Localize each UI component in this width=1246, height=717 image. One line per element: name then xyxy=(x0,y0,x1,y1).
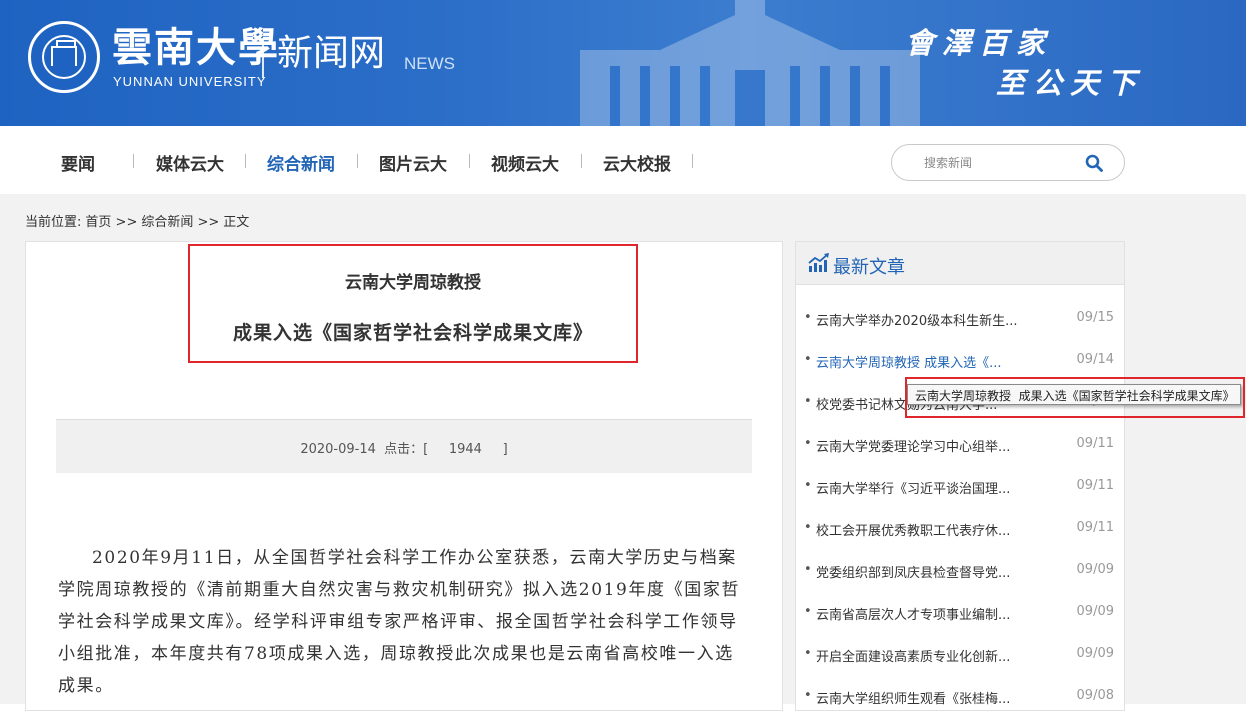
nav-item-photos[interactable]: 图片云大 xyxy=(379,150,447,175)
article-date: 09/09 xyxy=(1076,562,1114,577)
breadcrumb-current: 正文 xyxy=(223,215,250,230)
motto-line-2: 至公天下 xyxy=(996,66,1145,100)
bullet: • xyxy=(804,562,812,577)
bullet: • xyxy=(804,310,812,325)
list-item[interactable]: • 开启全面建设高素质专业化创新... 09/09 xyxy=(804,633,1114,675)
list-item[interactable]: • 云南大学组织师生观看《张桂梅... 09/08 xyxy=(804,675,1114,717)
nav-divider xyxy=(692,154,693,168)
latest-articles-title: 最新文章 xyxy=(833,257,905,278)
nav-item-media[interactable]: 媒体云大 xyxy=(156,150,224,175)
main-nav: 要闻 媒体云大 综合新闻 图片云大 视频云大 云大校报 xyxy=(0,126,1246,194)
trend-chart-icon xyxy=(808,253,829,272)
breadcrumb: 当前位置: 首页 >> 综合新闻 >> 正文 xyxy=(25,211,253,230)
article-date: 09/09 xyxy=(1076,646,1114,661)
article-title-line-2: 成果入选《国家哲学社会科学成果文库》 xyxy=(232,322,593,344)
article-date: 09/11 xyxy=(1076,520,1114,535)
article-date: 09/15 xyxy=(1076,310,1114,325)
list-item[interactable]: • 云南大学举办2020级本科生新生... 09/15 xyxy=(804,297,1114,339)
nav-item-campus-paper[interactable]: 云大校报 xyxy=(603,150,671,175)
breadcrumb-separator: >> xyxy=(115,215,138,230)
article-link[interactable]: 云南大学党委理论学习中心组举... xyxy=(816,436,1031,455)
article-link[interactable]: 云南大学周琼教授 成果入选《... xyxy=(816,352,1031,371)
breadcrumb-home-link[interactable]: 首页 xyxy=(85,215,111,230)
site-name: 新闻网 xyxy=(277,33,386,74)
search-icon[interactable] xyxy=(1085,154,1103,172)
site-name-en: NEWS xyxy=(404,54,455,73)
bullet: • xyxy=(804,394,812,409)
article-date: 09/08 xyxy=(1076,688,1114,703)
bullet: • xyxy=(804,436,812,451)
bullet: • xyxy=(804,688,812,703)
tooltip-highlight-frame xyxy=(905,377,1245,418)
university-seal-logo[interactable] xyxy=(28,21,100,93)
list-item[interactable]: • 云南大学党委理论学习中心组举... 09/11 xyxy=(804,423,1114,465)
motto-line-1: 會澤百家 xyxy=(905,26,1054,60)
breadcrumb-section-link[interactable]: 综合新闻 xyxy=(141,215,193,230)
list-item[interactable]: • 党委组织部到凤庆县检查督导党... 09/09 xyxy=(804,549,1114,591)
list-item[interactable]: • 云南省高层次人才专项事业编制... 09/09 xyxy=(804,591,1114,633)
nav-divider xyxy=(245,154,246,168)
nav-item-headlines[interactable]: 要闻 xyxy=(61,150,95,175)
article-date: 09/11 xyxy=(1076,478,1114,493)
article-link[interactable]: 云南大学组织师生观看《张桂梅... xyxy=(816,688,1031,707)
nav-item-videos[interactable]: 视频云大 xyxy=(491,150,559,175)
article-date: 09/09 xyxy=(1076,604,1114,619)
bullet: • xyxy=(804,646,812,661)
nav-divider xyxy=(357,154,358,168)
list-item[interactable]: • 校工会开展优秀教职工代表疗休... 09/11 xyxy=(804,507,1114,549)
article-body-paragraph: 2020年9月11日，从全国哲学社会科学工作办公室获悉，云南大学历史与档案学院周… xyxy=(58,548,741,696)
article-link[interactable]: 云南省高层次人才专项事业编制... xyxy=(816,604,1031,623)
university-name-en: YUNNAN UNIVERSITY xyxy=(113,74,267,89)
article-link[interactable]: 云南大学举行《习近平谈治国理... xyxy=(816,478,1031,497)
nav-divider xyxy=(581,154,582,168)
breadcrumb-separator: >> xyxy=(197,215,220,230)
news-search-box xyxy=(891,144,1125,181)
article-meta: 2020-09-14 点击：[ 1944 ] xyxy=(300,442,508,457)
search-input[interactable] xyxy=(908,153,1078,173)
article-link[interactable]: 党委组织部到凤庆县检查督导党... xyxy=(816,562,1031,581)
university-name-cn: 雲南大學 xyxy=(112,24,280,71)
bullet: • xyxy=(804,478,812,493)
bullet: • xyxy=(804,352,812,367)
nav-divider xyxy=(469,154,470,168)
bullet: • xyxy=(804,604,812,619)
latest-articles-list: • 云南大学举办2020级本科生新生... 09/15 • 云南大学周琼教授 成果入选… xyxy=(804,297,1114,717)
list-item[interactable]: • 云南大学举行《习近平谈治国理... 09/11 xyxy=(804,465,1114,507)
brand-divider xyxy=(262,38,264,78)
site-banner: 雲南大學 YUNNAN UNIVERSITY 新闻网 NEWS 會澤百家 至公天… xyxy=(0,0,1246,126)
bullet: • xyxy=(804,520,812,535)
article-date: 09/11 xyxy=(1076,436,1114,451)
article-link[interactable]: 校工会开展优秀教职工代表疗休... xyxy=(816,520,1031,539)
article-link[interactable]: 云南大学举办2020级本科生新生... xyxy=(816,310,1031,329)
list-item[interactable]: • 云南大学周琼教授 成果入选《... 09/14 xyxy=(804,339,1114,381)
nav-item-general-news[interactable]: 综合新闻 xyxy=(267,150,335,175)
title-highlight-frame xyxy=(188,244,638,363)
campus-building-illustration xyxy=(580,0,920,126)
article-link[interactable]: 开启全面建设高素质专业化创新... xyxy=(816,646,1031,665)
breadcrumb-prefix: 当前位置: xyxy=(25,215,82,230)
article-title-line-1: 云南大学周琼教授 xyxy=(345,273,481,293)
nav-divider xyxy=(133,154,134,168)
article-date: 09/14 xyxy=(1076,352,1114,367)
